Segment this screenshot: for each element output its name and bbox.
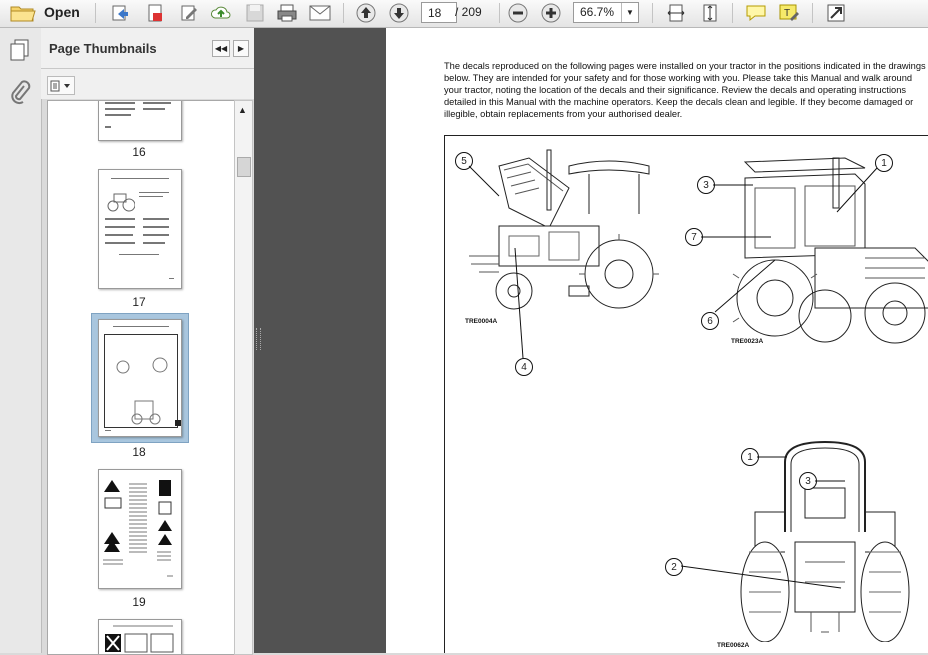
page-number-input[interactable]: 18 [421, 2, 457, 23]
figure-label: TRE0023A [731, 338, 764, 345]
thumbnails-panel-header: Page Thumbnails ◀◀ ▶ [41, 28, 254, 69]
safety-decal-sketch [103, 480, 173, 577]
thumbnail-page-17[interactable] [98, 169, 182, 289]
save-icon[interactable] [243, 2, 267, 24]
fit-page-icon[interactable] [698, 2, 722, 24]
callout-leader-line [681, 565, 842, 589]
toolbar-divider [343, 3, 344, 23]
chevron-down-icon[interactable]: ▼ [621, 3, 638, 22]
figure-label: TRE0062A [717, 642, 750, 649]
print-icon[interactable] [275, 2, 299, 24]
thumbnail-page-number: 17 [132, 295, 146, 309]
toolbar-divider [732, 3, 733, 23]
scroll-up-icon[interactable]: ▲ [238, 105, 247, 115]
thumbnail-page-18[interactable] [98, 319, 182, 437]
thumbnail-page-16[interactable] [98, 101, 182, 141]
thumbnail-page-number: 16 [132, 145, 146, 159]
callout-leader-line [701, 236, 771, 238]
viewport-frame [104, 334, 178, 428]
collapse-panel-icon[interactable]: ◀◀ [212, 40, 230, 57]
thumbnails-scrollbar[interactable]: ▲ [234, 100, 253, 655]
tractor-sketch-icon [105, 188, 136, 212]
open-folder-icon[interactable] [8, 2, 38, 24]
callout-leader-line [468, 165, 500, 197]
toolbar-divider [499, 3, 500, 23]
callout-leader-line [713, 184, 753, 186]
page-total-label: / 209 [455, 5, 482, 19]
navigation-rail [0, 28, 42, 653]
comment-icon[interactable] [744, 2, 768, 24]
intro-line: illegible, obtain replacements from your… [444, 109, 683, 119]
zoom-out-icon[interactable] [506, 2, 530, 24]
expand-window-icon[interactable] [824, 2, 848, 24]
intro-line: your tractor, noting the location of the… [444, 85, 907, 95]
intro-paragraph: The decals reproduced on the following p… [444, 60, 928, 120]
scrollbar-thumb[interactable] [237, 157, 251, 177]
callout-leader-line [714, 259, 776, 313]
page-thumbnails-icon[interactable] [8, 38, 32, 65]
main-toolbar: Open 18 / 209 66.7% ▼ T [0, 0, 928, 28]
tractor-cab-front-illustration [732, 157, 928, 344]
intro-line: below. They are intended for your safety… [444, 73, 913, 83]
email-icon[interactable] [308, 2, 332, 24]
thumbnails-list[interactable]: 16 17 18 19 [47, 100, 236, 655]
toolbar-divider [95, 3, 96, 23]
panel-title: Page Thumbnails [49, 41, 157, 56]
callout-leader-line [836, 167, 878, 213]
fit-width-icon[interactable] [664, 2, 688, 24]
zoom-value: 66.7% [580, 5, 615, 19]
attachment-paperclip-icon[interactable] [9, 80, 31, 109]
decal-location-figure: 5 4 TRE0004A 1 3 7 6 TRE0023A 1 3 2 TRE0… [444, 135, 928, 653]
svg-text:T: T [784, 8, 790, 19]
thumbnail-page-19[interactable] [98, 469, 182, 589]
thumbnail-page-number: 18 [132, 445, 146, 459]
toolbar-divider [652, 3, 653, 23]
callout-leader-line [757, 456, 787, 458]
create-pdf-icon[interactable] [143, 2, 167, 24]
panel-resize-handle[interactable] [256, 328, 261, 350]
document-page: The decals reproduced on the following p… [386, 28, 928, 653]
previous-page-icon[interactable] [354, 2, 378, 24]
intro-line: detailed in this Manual with the machine… [444, 97, 914, 107]
open-button-label[interactable]: Open [44, 4, 80, 20]
next-page-icon[interactable] [387, 2, 411, 24]
intro-line: The decals reproduced on the following p… [444, 61, 926, 71]
thumbnail-page-20[interactable] [98, 619, 182, 654]
callout-leader-line [514, 247, 524, 359]
highlight-text-icon[interactable]: T [777, 2, 801, 24]
thumbnail-options-icon[interactable] [47, 76, 75, 95]
thumbnail-options-bar [41, 69, 254, 99]
zoom-select[interactable]: 66.7% ▼ [573, 2, 639, 23]
edit-pdf-icon[interactable] [177, 2, 201, 24]
expand-panel-icon[interactable]: ▶ [233, 40, 249, 57]
callout-leader-line [815, 480, 845, 482]
toolbar-divider [812, 3, 813, 23]
upload-cloud-icon[interactable] [209, 2, 233, 24]
figure-label: TRE0004A [465, 318, 498, 325]
document-background [254, 28, 386, 653]
warning-decal-sketch [105, 625, 174, 653]
zoom-in-icon[interactable] [539, 2, 563, 24]
thumbnail-page-number: 19 [132, 595, 146, 609]
viewport-handle[interactable] [175, 420, 181, 426]
share-icon[interactable] [108, 2, 132, 24]
